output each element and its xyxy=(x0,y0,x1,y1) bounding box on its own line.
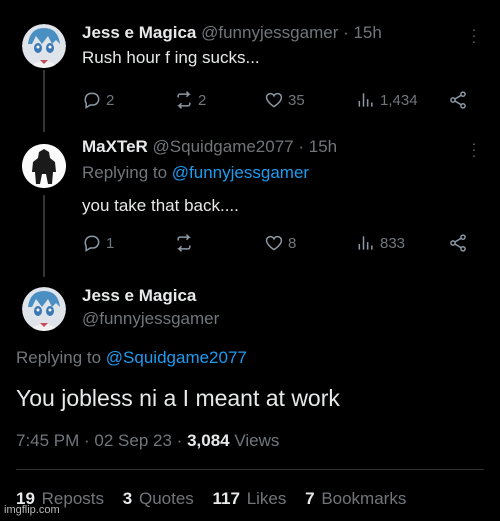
reply-count: 2 xyxy=(106,91,115,109)
tweet-text: you take that back.... xyxy=(82,196,239,215)
reply-icon xyxy=(84,235,100,252)
watermark: imgflip.com xyxy=(4,504,60,516)
share-button[interactable] xyxy=(448,231,468,255)
repost-icon xyxy=(177,234,191,252)
reply-button[interactable]: 2 xyxy=(82,88,114,112)
tweet-text: You jobless ni a I meant at work xyxy=(16,385,340,411)
replying-to-label: Replying to xyxy=(16,348,102,367)
likes-stat[interactable]: 117 Likes xyxy=(213,489,287,508)
analytics-icon xyxy=(358,236,373,250)
author-name[interactable]: Jess e Magica xyxy=(82,23,196,42)
timestamp[interactable]: · 15h xyxy=(298,137,337,156)
avatar[interactable] xyxy=(22,24,66,68)
views-count: 833 xyxy=(380,234,406,252)
repost-icon xyxy=(177,91,191,109)
like-count: 35 xyxy=(288,91,305,109)
views-button[interactable]: 833 xyxy=(356,231,405,255)
repost-button[interactable] xyxy=(174,231,198,255)
bookmarks-label: Bookmarks xyxy=(321,489,407,508)
heart-icon xyxy=(265,92,283,108)
timestamp[interactable]: 7:45 PM · 02 Sep 23 · xyxy=(16,431,182,450)
action-bar: 2 2 35 1,434 xyxy=(82,88,482,112)
views-button[interactable]: 1,434 xyxy=(356,88,418,112)
tweet-header: Jess e Magica @funnyjessgamer · 15h xyxy=(82,22,382,44)
avatar[interactable] xyxy=(22,144,66,188)
analytics-icon xyxy=(358,93,373,107)
replying-to: Replying to @funnyjessgamer xyxy=(82,163,309,183)
author-name[interactable]: Jess e Magica xyxy=(82,286,196,306)
mention-link[interactable]: @funnyjessgamer xyxy=(172,163,309,182)
tweet-text: Rush hour f ing sucks... xyxy=(82,48,260,67)
share-icon xyxy=(450,234,466,252)
likes-count: 117 xyxy=(212,489,240,508)
reply-count: 1 xyxy=(106,234,115,252)
like-count: 8 xyxy=(288,234,297,252)
like-button[interactable]: 35 xyxy=(264,88,305,112)
like-button[interactable]: 8 xyxy=(264,231,296,255)
bookmarks-stat[interactable]: 7 Bookmarks xyxy=(305,489,406,508)
quotes-label: Quotes xyxy=(138,489,194,508)
repost-button[interactable]: 2 xyxy=(174,88,206,112)
tweet-header: MaXTeR @Squidgame2077 · 15h xyxy=(82,136,337,158)
author-handle[interactable]: @funnyjessgamer xyxy=(82,309,219,329)
bookmarks-count: 7 xyxy=(305,489,315,508)
reply-button[interactable]: 1 xyxy=(82,231,114,255)
replying-to: Replying to @Squidgame2077 xyxy=(16,348,247,368)
author-handle[interactable]: @Squidgame2077 xyxy=(153,137,294,156)
quotes-count: 3 xyxy=(122,489,133,508)
more-options-icon[interactable]: · · · xyxy=(470,22,478,48)
thread-line xyxy=(43,70,45,132)
author-handle[interactable]: @funnyjessgamer xyxy=(201,23,338,42)
share-button[interactable] xyxy=(448,88,468,112)
timestamp[interactable]: · 15h xyxy=(343,23,382,42)
share-icon xyxy=(450,91,466,109)
engagement-stats: 19 Reposts 3 Quotes 117 Likes 7 Bookmark… xyxy=(16,489,406,509)
mention-link[interactable]: @Squidgame2077 xyxy=(106,348,247,367)
more-options-icon[interactable]: · · · xyxy=(470,136,478,162)
avatar[interactable] xyxy=(22,287,66,331)
views-count: 1,434 xyxy=(380,91,418,109)
tweet-meta: 7:45 PM · 02 Sep 23 · 3,084 Views xyxy=(16,431,279,451)
thread-line xyxy=(43,195,45,277)
reply-icon xyxy=(84,92,100,109)
views-label: Views xyxy=(234,431,280,450)
quotes-stat[interactable]: 3 Quotes xyxy=(123,489,194,508)
repost-count: 2 xyxy=(198,91,207,109)
divider xyxy=(16,469,484,470)
action-bar: 1 8 833 xyxy=(82,231,482,255)
author-name[interactable]: MaXTeR xyxy=(82,137,148,156)
heart-icon xyxy=(265,235,283,251)
likes-label: Likes xyxy=(246,489,287,508)
replying-to-label: Replying to xyxy=(82,163,168,182)
views-count: 3,084 xyxy=(187,431,230,450)
